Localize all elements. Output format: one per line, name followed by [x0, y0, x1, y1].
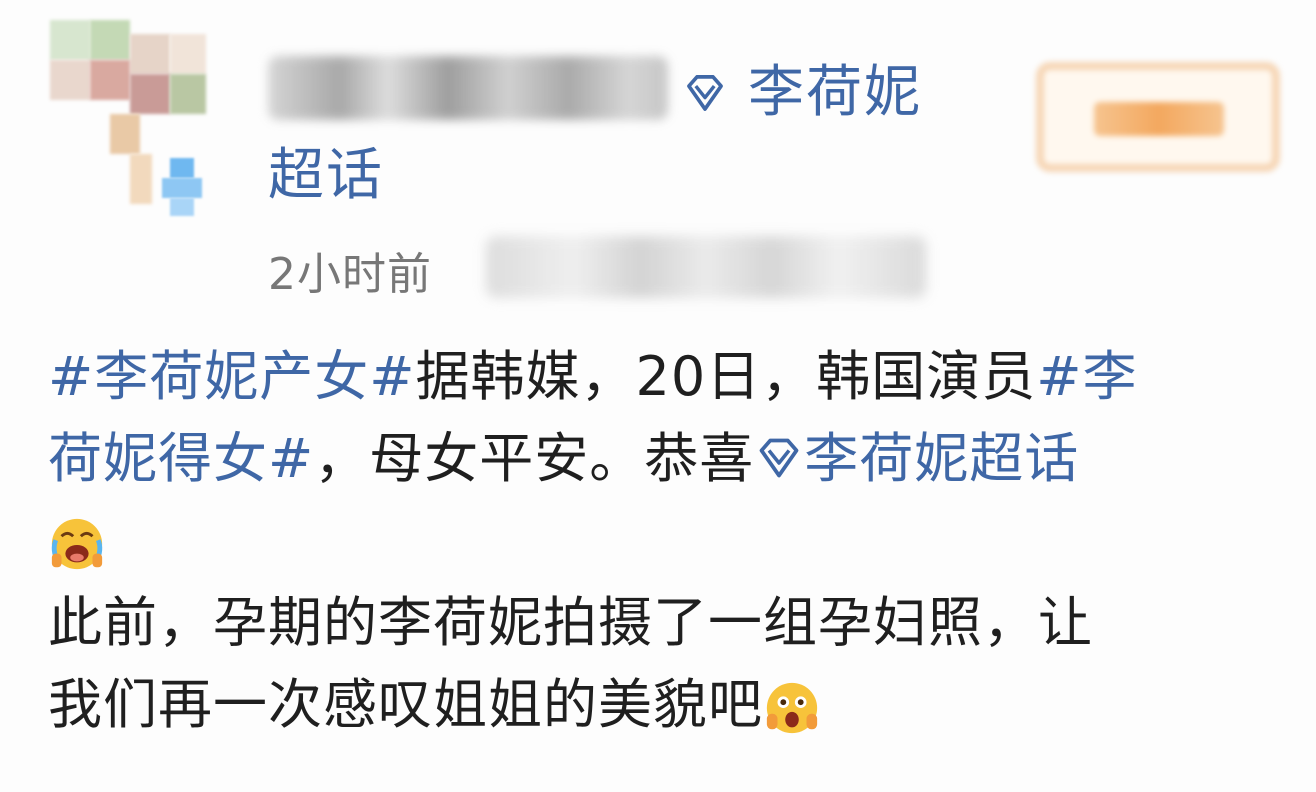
post-body: #李荷妮产女#据韩媒，20日，韩国演员#李 荷妮得女#，母女平安。恭喜 李荷妮超话… [48, 336, 1268, 746]
supertopic-inline-link[interactable]: 李荷妮超话 [754, 427, 1079, 490]
post-line-3 [48, 500, 1268, 582]
follow-button-blurred[interactable] [1036, 62, 1280, 172]
post-line-4: 此前，孕期的李荷妮拍摄了一组孕妇照，让 [48, 591, 1093, 654]
diamond-icon [759, 438, 799, 478]
supertopic-name: 李荷妮 [748, 60, 922, 125]
post-text: ，母女平安。恭喜 [314, 427, 755, 490]
supertopic-suffix[interactable]: 超话 [268, 148, 384, 204]
post-meta: 2小时前 [268, 238, 432, 302]
hashtag-link[interactable]: #李 [1036, 345, 1137, 408]
diamond-icon [687, 75, 723, 111]
hashtag-link[interactable]: 荷妮得女# [48, 427, 314, 490]
post-text: 据韩媒，20日，韩国演员 [415, 345, 1037, 408]
post-line-2: 荷妮得女#，母女平安。恭喜 李荷妮超话 [48, 418, 1268, 500]
post-line-1: #李荷妮产女#据韩媒，20日，韩国演员#李 [48, 336, 1268, 418]
username-blurred[interactable] [268, 56, 668, 120]
amazed-emoji [766, 683, 818, 734]
verified-badge-icon [162, 158, 210, 218]
crying-laughing-emoji [51, 519, 103, 570]
supertopic-link[interactable]: 李荷妮 [682, 58, 922, 128]
timestamp: 2小时前 [268, 249, 432, 300]
source-blurred [486, 236, 926, 298]
hashtag-link[interactable]: #李荷妮产女# [48, 345, 416, 408]
post-line-5: 我们再一次感叹姐姐的美貌吧 [48, 664, 1268, 746]
